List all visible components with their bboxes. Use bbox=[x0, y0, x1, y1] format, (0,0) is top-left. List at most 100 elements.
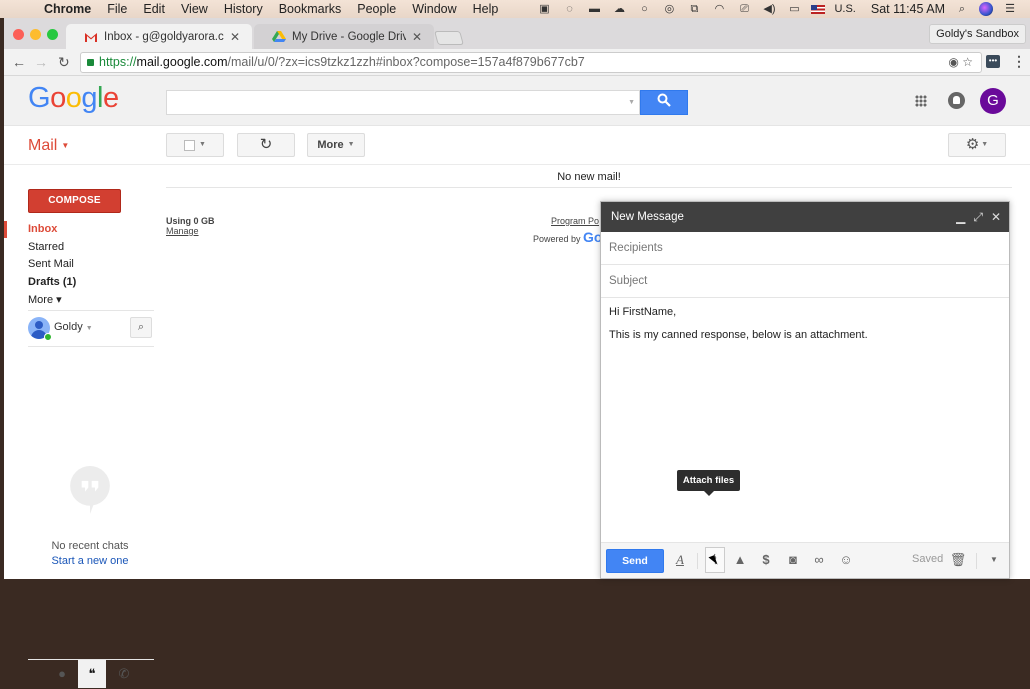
siri-icon[interactable] bbox=[979, 2, 993, 16]
mail-switcher[interactable]: Mail ▼ bbox=[28, 137, 69, 155]
menu-help[interactable]: Help bbox=[473, 2, 499, 16]
clock[interactable]: Sat 11:45 AM bbox=[871, 2, 945, 16]
skype-icon[interactable]: ◌ bbox=[561, 3, 577, 15]
refresh-button[interactable]: ↻ bbox=[237, 133, 295, 157]
subject-field[interactable]: Subject bbox=[601, 265, 1009, 298]
hangouts-icon[interactable]: ❝ bbox=[78, 660, 106, 688]
battery-icon[interactable]: ▭ bbox=[786, 3, 802, 15]
lock-icon bbox=[87, 59, 94, 66]
close-tab-icon[interactable]: ✕ bbox=[412, 30, 422, 44]
select-checkbox-button[interactable]: ▼ bbox=[166, 133, 224, 157]
settings-button[interactable]: ⚙ ▼ bbox=[948, 133, 1006, 157]
input-source[interactable]: U.S. bbox=[834, 3, 855, 15]
search-input[interactable]: ▼ bbox=[166, 90, 640, 115]
copy-icon[interactable]: ⧉ bbox=[686, 3, 702, 15]
compose-header[interactable]: New Message ▁ ⤢ ✕ bbox=[601, 202, 1009, 232]
nav-more[interactable]: More ▾ bbox=[28, 293, 62, 306]
more-options-icon[interactable]: ▼ bbox=[985, 551, 1003, 569]
chat-search-button[interactable]: ⌕ bbox=[130, 317, 152, 338]
minimize-window-button[interactable] bbox=[30, 29, 41, 40]
camera-icon[interactable]: ◙ bbox=[784, 551, 802, 569]
menu-history[interactable]: History bbox=[224, 2, 263, 16]
no-new-mail: No new mail! bbox=[166, 166, 1012, 188]
menu-edit[interactable]: Edit bbox=[143, 2, 165, 16]
caret-down-icon: ▼ bbox=[347, 141, 355, 149]
address-bar[interactable]: https://mail.google.com/mail/u/0/?zx=ics… bbox=[80, 52, 982, 73]
divider bbox=[28, 346, 154, 347]
eye-icon[interactable]: ◉ bbox=[948, 55, 958, 69]
manage-storage-link[interactable]: Manage bbox=[166, 226, 199, 236]
circle-icon[interactable]: ○ bbox=[636, 3, 652, 15]
gmail-header: Google ▼ G bbox=[4, 76, 1030, 126]
google-logo[interactable]: Google bbox=[28, 82, 119, 115]
nav-starred[interactable]: Starred bbox=[28, 241, 64, 253]
zoom-window-button[interactable] bbox=[47, 29, 58, 40]
display-icon[interactable]: ▬ bbox=[586, 3, 602, 15]
emoji-icon[interactable]: ☺ bbox=[837, 551, 855, 569]
caret-down-icon: ▼ bbox=[979, 141, 989, 149]
close-window-button[interactable] bbox=[13, 29, 24, 40]
program-policies-link[interactable]: Program Po bbox=[551, 216, 599, 226]
new-tab-button[interactable] bbox=[434, 31, 464, 45]
tab-gmail[interactable]: Inbox - g@goldyarora.com - G ✕ bbox=[66, 24, 252, 49]
recipients-field[interactable]: Recipients bbox=[601, 232, 1009, 265]
apps-grid-icon[interactable] bbox=[915, 95, 927, 107]
menu-window[interactable]: Window bbox=[412, 2, 456, 16]
money-icon[interactable]: $ bbox=[757, 551, 775, 569]
profile-button[interactable]: Goldy's Sandbox bbox=[929, 24, 1026, 44]
compose-title: New Message bbox=[611, 211, 684, 223]
more-button[interactable]: More ▼ bbox=[307, 133, 365, 157]
forward-icon[interactable]: → bbox=[34, 54, 48, 70]
creative-cloud-icon[interactable]: ◎ bbox=[661, 3, 677, 15]
wifi-icon[interactable]: ◠ bbox=[711, 3, 727, 15]
menu-chrome[interactable]: Chrome bbox=[44, 2, 91, 16]
cloud-icon[interactable]: ☁ bbox=[611, 3, 627, 15]
active-indicator bbox=[4, 221, 7, 238]
close-icon[interactable]: ✕ bbox=[991, 202, 1001, 232]
gear-icon: ⚙ bbox=[965, 136, 980, 153]
notification-center-icon[interactable]: ☰ bbox=[1002, 3, 1018, 15]
volume-icon[interactable]: ◀) bbox=[761, 3, 777, 15]
nav-drafts[interactable]: Drafts (1) bbox=[28, 276, 76, 288]
nav-inbox[interactable]: Inbox bbox=[28, 223, 57, 235]
menu-bookmarks[interactable]: Bookmarks bbox=[279, 2, 342, 16]
airplay-icon[interactable]: ⎚ bbox=[736, 3, 752, 15]
formatting-icon[interactable]: A bbox=[671, 551, 689, 569]
phone-icon[interactable]: ✆ bbox=[110, 660, 138, 688]
notifications-icon[interactable] bbox=[948, 92, 965, 109]
back-icon[interactable]: ← bbox=[12, 54, 26, 70]
spotlight-icon[interactable]: ⌕ bbox=[954, 3, 970, 15]
account-avatar[interactable]: G bbox=[980, 88, 1006, 114]
google-drive-icon[interactable]: ▲ bbox=[731, 551, 749, 569]
menu-file[interactable]: File bbox=[107, 2, 127, 16]
compose-window: New Message ▁ ⤢ ✕ Recipients Subject Hi … bbox=[600, 201, 1010, 579]
search-button[interactable] bbox=[640, 90, 688, 115]
contacts-icon[interactable]: ● bbox=[48, 660, 76, 688]
send-button[interactable]: Send bbox=[606, 549, 664, 573]
facetime-icon[interactable]: ▣ bbox=[536, 3, 552, 15]
body-line: Hi FirstName, bbox=[609, 306, 677, 318]
flag-icon[interactable] bbox=[811, 4, 826, 14]
expand-icon[interactable]: ⤢ bbox=[973, 202, 983, 232]
nav-sent-mail[interactable]: Sent Mail bbox=[28, 258, 74, 270]
start-new-chat-link[interactable]: Start a new one bbox=[4, 555, 176, 567]
message-body[interactable]: Hi FirstName, This is my canned response… bbox=[601, 298, 1009, 360]
extension-icon[interactable]: ••• bbox=[986, 55, 1000, 68]
trash-icon[interactable]: 🗑 bbox=[949, 551, 967, 569]
search-options-icon[interactable]: ▼ bbox=[628, 99, 635, 106]
refresh-icon: ↻ bbox=[259, 136, 273, 153]
close-tab-icon[interactable]: ✕ bbox=[230, 30, 240, 44]
chat-user-name[interactable]: Goldy ▼ bbox=[54, 321, 93, 333]
gmail-app: Google ▼ G Mail ▼ ▼ ↻ More ▼ ⚙ ▼ COMPOSE I… bbox=[4, 76, 1030, 688]
caret-down-icon: ▼ bbox=[199, 141, 206, 149]
reload-icon[interactable]: ↻ bbox=[58, 54, 70, 71]
chat-footer: ● ❝ ✆ bbox=[28, 659, 154, 689]
menu-view[interactable]: View bbox=[181, 2, 208, 16]
compose-button[interactable]: COMPOSE bbox=[28, 189, 121, 213]
star-icon[interactable]: ☆ bbox=[962, 55, 973, 69]
chrome-menu-icon[interactable]: ⋮ bbox=[1012, 53, 1026, 70]
minimize-icon[interactable]: ▁ bbox=[956, 202, 965, 232]
link-icon[interactable]: ∞ bbox=[810, 551, 828, 569]
menu-people[interactable]: People bbox=[357, 2, 396, 16]
tab-drive[interactable]: My Drive - Google Drive ✕ bbox=[254, 24, 434, 49]
